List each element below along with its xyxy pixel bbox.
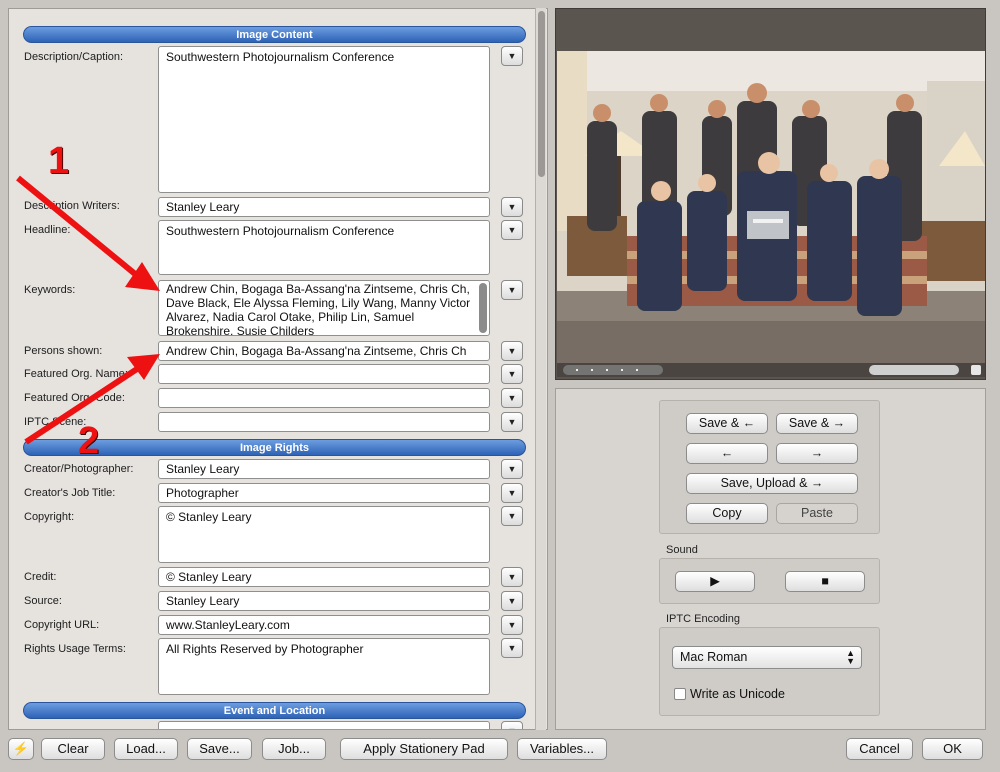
job-button[interactable]: Job...: [262, 738, 326, 760]
cancel-button[interactable]: Cancel: [846, 738, 913, 760]
section-event-location: Event and Location: [23, 702, 526, 719]
keywords-text: Andrew Chin, Bogaga Ba-Assang'na Zintsem…: [166, 282, 471, 336]
navigation-group: Save & ← Save & → ← → Save, Upload & → C…: [659, 400, 880, 534]
rights-terms-field[interactable]: All Rights Reserved by Photographer: [158, 638, 490, 695]
source-field[interactable]: Stanley Leary: [158, 591, 490, 611]
photo-preview-image[interactable]: [557, 51, 985, 363]
form-scrollbar[interactable]: [535, 8, 546, 730]
creator-field[interactable]: Stanley Leary: [158, 459, 490, 479]
save-button[interactable]: Save...: [187, 738, 252, 760]
description-dropdown[interactable]: ▼: [501, 46, 523, 66]
source-dropdown[interactable]: ▼: [501, 591, 523, 611]
annotation-number-1: 1: [48, 140, 70, 182]
keywords-field[interactable]: Andrew Chin, Bogaga Ba-Assang'na Zintsem…: [158, 280, 490, 336]
encoding-select-value: Mac Roman: [680, 650, 748, 664]
job-title-dropdown[interactable]: ▼: [501, 483, 523, 503]
next-field-partial[interactable]: [158, 721, 490, 729]
writers-label: Description Writers:: [24, 200, 120, 212]
prev-button[interactable]: ←: [686, 443, 768, 464]
play-icon: ▶: [710, 574, 720, 588]
write-unicode-checkbox[interactable]: Write as Unicode: [674, 687, 785, 701]
featured-org-name-field[interactable]: [158, 364, 490, 384]
ok-button[interactable]: OK: [922, 738, 983, 760]
copyright-url-dropdown[interactable]: ▼: [501, 615, 523, 635]
encoding-select[interactable]: Mac Roman ▲ ▼: [672, 646, 862, 669]
keywords-label: Keywords:: [24, 284, 76, 296]
sound-label: Sound: [666, 544, 698, 556]
copyright-field[interactable]: © Stanley Leary: [158, 506, 490, 563]
creator-dropdown[interactable]: ▼: [501, 459, 523, 479]
annotation-number-2: 2: [78, 420, 100, 462]
creator-label: Creator/Photographer:: [24, 463, 134, 475]
save-upload-next-button[interactable]: Save, Upload & →: [686, 473, 858, 494]
credit-label: Credit:: [24, 571, 57, 583]
sound-group: ▶ ■: [659, 558, 880, 604]
rights-terms-dropdown[interactable]: ▼: [501, 638, 523, 658]
image-preview-pane: [555, 8, 986, 380]
persons-dropdown[interactable]: ▼: [501, 341, 523, 361]
persons-field[interactable]: Andrew Chin, Bogaga Ba-Assang'na Zintsem…: [158, 341, 490, 361]
copyright-dropdown[interactable]: ▼: [501, 506, 523, 526]
stop-button[interactable]: ■: [785, 571, 865, 592]
write-unicode-label: Write as Unicode: [690, 687, 785, 701]
description-label: Description/Caption:: [24, 51, 124, 63]
apply-stationery-button[interactable]: Apply Stationery Pad: [340, 738, 508, 760]
iptc-scene-dropdown[interactable]: ▼: [501, 412, 523, 432]
credit-dropdown[interactable]: ▼: [501, 567, 523, 587]
iptc-encoding-group: [659, 627, 880, 716]
stop-icon: ■: [821, 574, 829, 588]
play-button[interactable]: ▶: [675, 571, 755, 592]
load-button[interactable]: Load...: [114, 738, 178, 760]
job-title-label: Creator's Job Title:: [24, 487, 116, 499]
headline-label: Headline:: [24, 224, 71, 236]
copyright-url-field[interactable]: www.StanleyLeary.com: [158, 615, 490, 635]
iptc-encoding-label: IPTC Encoding: [666, 613, 740, 625]
featured-org-name-label: Featured Org. Name:: [24, 368, 128, 380]
headline-field[interactable]: Southwestern Photojournalism Conference: [158, 220, 490, 275]
writers-dropdown[interactable]: ▼: [501, 197, 523, 217]
headline-dropdown[interactable]: ▼: [501, 220, 523, 240]
keywords-scrollbar[interactable]: [479, 283, 487, 333]
paste-button[interactable]: Paste: [776, 503, 858, 524]
copy-button[interactable]: Copy: [686, 503, 768, 524]
lightning-icon: ⚡: [12, 741, 30, 756]
rights-terms-label: Rights Usage Terms:: [24, 643, 126, 655]
next-button[interactable]: →: [776, 443, 858, 464]
save-prev-button[interactable]: Save & ←: [686, 413, 768, 434]
section-image-content: Image Content: [23, 26, 526, 43]
copyright-label: Copyright:: [24, 511, 75, 523]
form-scrollbar-thumb[interactable]: [538, 11, 545, 177]
zoom-slider[interactable]: [869, 365, 959, 375]
next-field-dropdown[interactable]: ▼: [501, 721, 523, 729]
preview-toolbar: [557, 363, 985, 377]
fit-button[interactable]: [971, 365, 981, 375]
featured-org-code-label: Featured Org. Code:: [24, 392, 125, 404]
iptc-scene-field[interactable]: [158, 412, 490, 432]
bottom-toolbar: ⚡ Clear Load... Save... Job... Apply Sta…: [0, 733, 1000, 772]
save-next-button[interactable]: Save & →: [776, 413, 858, 434]
featured-org-code-field[interactable]: [158, 388, 490, 408]
featured-org-name-dropdown[interactable]: ▼: [501, 364, 523, 384]
writers-field[interactable]: Stanley Leary: [158, 197, 490, 217]
keywords-dropdown[interactable]: ▼: [501, 280, 523, 300]
filmstrip-dots[interactable]: [563, 365, 663, 375]
description-field[interactable]: Southwestern Photojournalism Conference: [158, 46, 490, 193]
job-title-field[interactable]: Photographer: [158, 483, 490, 503]
clear-button[interactable]: Clear: [41, 738, 105, 760]
source-label: Source:: [24, 595, 62, 607]
select-arrows-icon: ▲ ▼: [846, 648, 855, 666]
featured-org-code-dropdown[interactable]: ▼: [501, 388, 523, 408]
lightning-button[interactable]: ⚡: [8, 738, 34, 760]
checkbox-box[interactable]: [674, 688, 686, 700]
copyright-url-label: Copyright URL:: [24, 619, 100, 631]
metadata-form-pane: Image Content Description/Caption: South…: [8, 8, 548, 730]
iptc-scene-label: IPTC Scene:: [24, 416, 87, 428]
credit-field[interactable]: © Stanley Leary: [158, 567, 490, 587]
variables-button[interactable]: Variables...: [517, 738, 607, 760]
controls-pane: Save & ← Save & → ← → Save, Upload & → C…: [555, 388, 986, 730]
persons-label: Persons shown:: [24, 345, 103, 357]
